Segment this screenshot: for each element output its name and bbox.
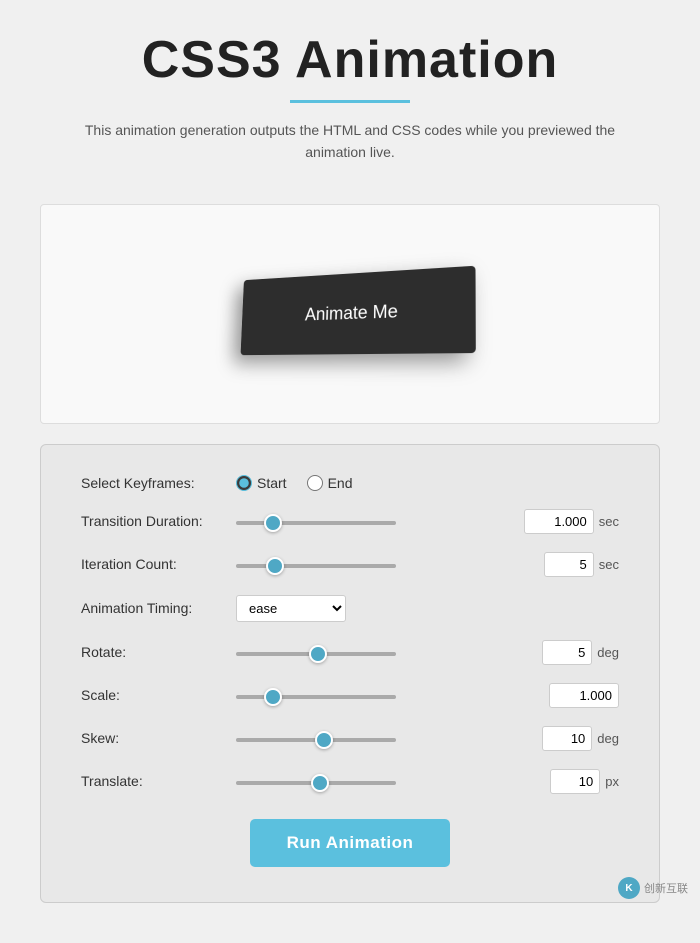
translate-slider-container (236, 772, 540, 790)
translate-field[interactable]: 10 (550, 769, 600, 794)
animate-box-label: Animate Me (305, 301, 398, 324)
rotate-input-area: 5 deg (236, 640, 619, 665)
radio-start-input[interactable] (236, 475, 252, 491)
scale-input-area: 1.000 (236, 683, 619, 708)
radio-end-label: End (328, 475, 353, 491)
scale-slider[interactable] (236, 695, 396, 699)
scale-slider-container (236, 686, 539, 704)
keyframes-row: Select Keyframes: Start End (81, 475, 619, 491)
watermark-badge: K (618, 877, 640, 899)
animation-timing-select[interactable]: ease linear ease-in ease-out ease-in-out (236, 595, 346, 622)
iteration-count-slider[interactable] (236, 564, 396, 568)
animate-box: Animate Me (241, 266, 476, 355)
controls-panel: Select Keyframes: Start End Transition D… (40, 444, 660, 903)
rotate-label: Rotate: (81, 644, 236, 660)
iteration-count-row: Iteration Count: 5 sec (81, 552, 619, 577)
translate-label: Translate: (81, 773, 236, 789)
header-divider (290, 100, 410, 103)
iteration-count-input-area: 5 sec (236, 552, 619, 577)
skew-label: Skew: (81, 730, 236, 746)
translate-row: Translate: 10 px (81, 769, 619, 794)
radio-start[interactable]: Start (236, 475, 287, 491)
skew-field[interactable]: 10 (542, 726, 592, 751)
scale-row: Scale: 1.000 (81, 683, 619, 708)
radio-end[interactable]: End (307, 475, 353, 491)
rotate-slider[interactable] (236, 652, 396, 656)
preview-container: Animate Me (40, 204, 660, 424)
transition-duration-slider[interactable] (236, 521, 396, 525)
radio-end-input[interactable] (307, 475, 323, 491)
skew-unit: deg (597, 731, 619, 746)
transition-duration-row: Transition Duration: 1.000 sec (81, 509, 619, 534)
skew-slider[interactable] (236, 738, 396, 742)
animation-timing-label: Animation Timing: (81, 600, 236, 616)
scale-field[interactable]: 1.000 (549, 683, 619, 708)
animation-timing-input-area: ease linear ease-in ease-out ease-in-out (236, 595, 619, 622)
page-title: CSS3 Animation (20, 30, 680, 90)
iteration-count-field[interactable]: 5 (544, 552, 594, 577)
iteration-count-unit: sec (599, 557, 619, 572)
translate-unit: px (605, 774, 619, 789)
rotate-field[interactable]: 5 (542, 640, 592, 665)
keyframes-radio-group: Start End (236, 475, 619, 491)
skew-input-area: 10 deg (236, 726, 619, 751)
radio-start-label: Start (257, 475, 287, 491)
transition-duration-field[interactable]: 1.000 (524, 509, 594, 534)
rotate-unit: deg (597, 645, 619, 660)
transition-duration-slider-container (236, 512, 514, 530)
animation-timing-row: Animation Timing: ease linear ease-in ea… (81, 595, 619, 622)
translate-slider[interactable] (236, 781, 396, 785)
page-wrapper: CSS3 Animation This animation generation… (0, 0, 700, 943)
translate-input-area: 10 px (236, 769, 619, 794)
skew-row: Skew: 10 deg (81, 726, 619, 751)
iteration-count-label: Iteration Count: (81, 556, 236, 572)
scale-label: Scale: (81, 687, 236, 703)
transition-duration-input-area: 1.000 sec (236, 509, 619, 534)
watermark-badge-text: K (625, 883, 632, 894)
header: CSS3 Animation This animation generation… (0, 0, 700, 184)
transition-duration-unit: sec (599, 514, 619, 529)
watermark: K 创新互联 (618, 877, 688, 899)
rotate-slider-container (236, 643, 532, 661)
transition-duration-label: Transition Duration: (81, 513, 236, 529)
rotate-row: Rotate: 5 deg (81, 640, 619, 665)
iteration-count-slider-container (236, 555, 534, 573)
run-animation-button[interactable]: Run Animation (250, 819, 450, 867)
keyframes-label: Select Keyframes: (81, 475, 236, 491)
header-description: This animation generation outputs the HT… (60, 119, 640, 164)
watermark-text: 创新互联 (644, 880, 688, 896)
skew-slider-container (236, 729, 532, 747)
